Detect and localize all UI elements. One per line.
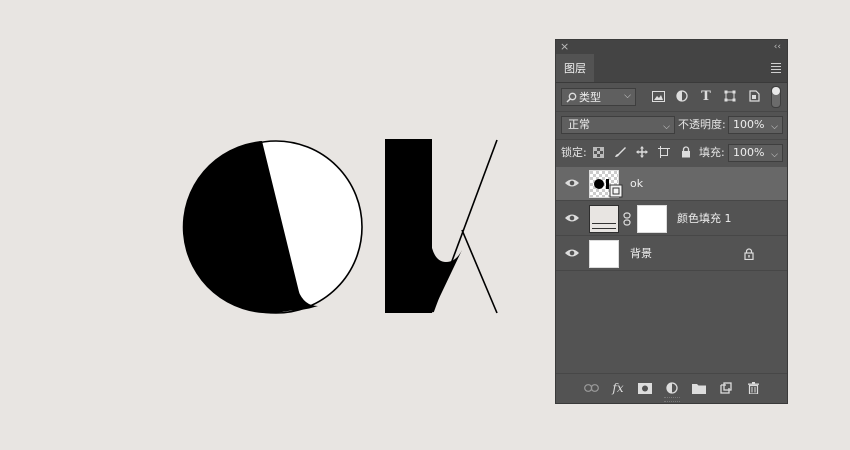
lock-row: 锁定: 填充: 100% ⌵	[556, 140, 787, 168]
lock-all-icon[interactable]	[678, 144, 694, 160]
lock-transparent-icon[interactable]	[590, 144, 606, 160]
layer-mask-thumbnail[interactable]	[637, 205, 667, 233]
opacity-value: 100%	[733, 118, 765, 131]
chain-link-icon[interactable]	[623, 212, 631, 226]
filter-toggle[interactable]	[771, 86, 781, 108]
close-icon[interactable]: ×	[560, 40, 569, 54]
lock-pixels-brush-icon[interactable]	[612, 144, 628, 160]
fill-color-swatch[interactable]	[589, 205, 619, 233]
layer-row-background[interactable]: 背景	[556, 237, 787, 271]
layer-name-color-fill[interactable]: 颜色填充 1	[677, 202, 732, 236]
image-filter-icon[interactable]	[650, 88, 666, 104]
layers-panel: × ‹‹ 图层 类型 ⌵ T 正常 ⌵ 不透明度: 100% ⌵ 锁定: 填充:…	[555, 39, 788, 404]
tab-layers[interactable]: 图层	[556, 54, 594, 82]
opacity-label: 不透明度:	[678, 118, 726, 131]
blend-mode-value: 正常	[568, 118, 590, 131]
chevron-down-icon: ⌵	[771, 122, 778, 132]
layer-row-color-fill-1[interactable]: 颜色填充 1	[556, 202, 787, 236]
filter-kind-select[interactable]: 类型 ⌵	[561, 88, 636, 106]
layer-name-background[interactable]: 背景	[630, 237, 652, 271]
chevron-down-icon: ⌵	[771, 150, 778, 160]
letter-o-artwork	[182, 140, 363, 314]
eye-icon[interactable]	[564, 247, 580, 259]
resize-grip[interactable]	[664, 397, 680, 402]
new-layer-icon[interactable]	[718, 380, 734, 396]
panel-menu-icon[interactable]	[771, 63, 781, 75]
canvas-artwork	[182, 139, 498, 314]
layer-row-ok[interactable]: ok	[556, 167, 787, 201]
shape-filter-icon[interactable]	[722, 88, 738, 104]
fill-input[interactable]: 100% ⌵	[728, 144, 783, 162]
lock-icon	[744, 248, 754, 260]
eye-icon[interactable]	[564, 212, 580, 224]
adjustment-filter-icon[interactable]	[674, 88, 690, 104]
smart-object-badge-icon	[609, 184, 623, 198]
fill-value: 100%	[733, 146, 765, 159]
panel-titlebar: × ‹‹	[556, 40, 787, 54]
layers-bottom-toolbar: fx	[556, 373, 787, 403]
layer-thumbnail-background	[589, 240, 619, 268]
lock-label: 锁定:	[561, 146, 587, 159]
opacity-input[interactable]: 100% ⌵	[728, 116, 783, 134]
group-folder-icon[interactable]	[691, 380, 707, 396]
chevron-down-icon: ⌵	[624, 91, 631, 101]
panel-tabbar: 图层	[556, 54, 787, 83]
search-icon	[566, 92, 577, 103]
blend-mode-select[interactable]: 正常 ⌵	[561, 116, 675, 134]
adjustment-icon[interactable]	[664, 380, 680, 396]
lock-artboard-icon[interactable]	[656, 144, 672, 160]
link-layers-icon[interactable]	[583, 380, 599, 396]
blend-row: 正常 ⌵ 不透明度: 100% ⌵	[556, 112, 787, 140]
lock-position-move-icon[interactable]	[634, 144, 650, 160]
fx-icon[interactable]: fx	[610, 380, 626, 396]
chevron-down-icon: ⌵	[663, 122, 670, 132]
filter-row: 类型 ⌵ T	[556, 83, 787, 112]
mask-icon[interactable]	[637, 380, 653, 396]
type-filter-icon[interactable]: T	[698, 88, 714, 104]
smart-object-filter-icon[interactable]	[746, 88, 762, 104]
collapse-icon[interactable]: ‹‹	[774, 40, 781, 54]
letter-k-artwork	[385, 139, 498, 314]
filter-kind-label: 类型	[579, 91, 601, 104]
eye-icon[interactable]	[564, 177, 580, 189]
layer-name-ok[interactable]: ok	[630, 167, 643, 201]
fill-label: 填充:	[699, 146, 725, 159]
trash-icon[interactable]	[745, 380, 761, 396]
